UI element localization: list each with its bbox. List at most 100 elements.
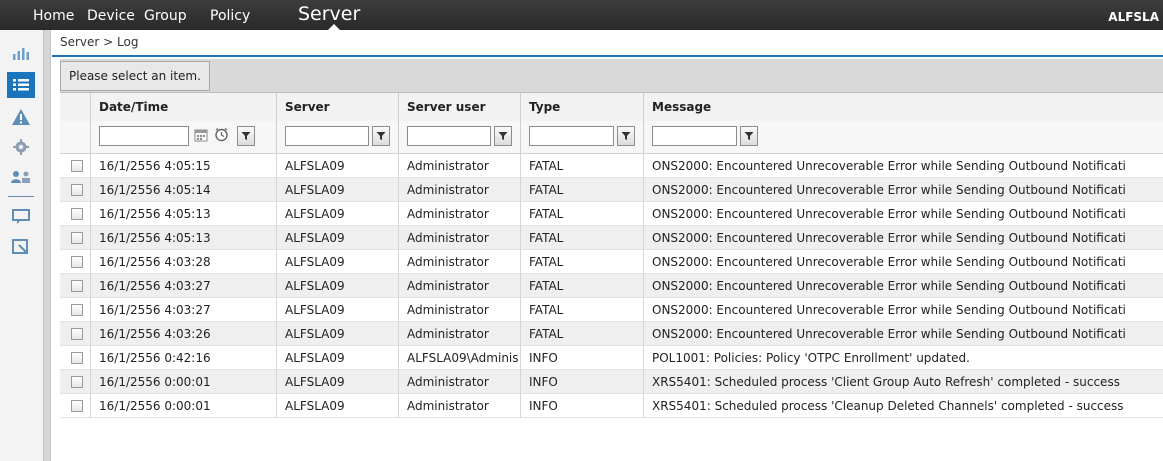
column-header-message[interactable]: Message: [643, 93, 1163, 121]
row-checkbox[interactable]: [71, 328, 83, 340]
nav-device[interactable]: Device: [87, 8, 135, 24]
column-header-server[interactable]: Server: [276, 93, 398, 121]
cell-server-user: Administrator: [398, 250, 520, 274]
row-checkbox[interactable]: [71, 184, 83, 196]
server-user-filter-button[interactable]: [494, 126, 512, 146]
cell-server-user: Administrator: [398, 394, 520, 418]
cell-server-user: Administrator: [398, 202, 520, 226]
filter-cell-message: [643, 121, 1163, 153]
cell-type: FATAL: [520, 154, 643, 178]
left-sidebar: [0, 30, 44, 461]
cell-datetime: 16/1/2556 0:42:16: [90, 346, 276, 370]
user-label[interactable]: ALFSLA: [1108, 10, 1159, 24]
cell-datetime: 16/1/2556 0:00:01: [90, 370, 276, 394]
users-icon[interactable]: [7, 164, 35, 190]
table-row[interactable]: 16/1/2556 0:00:01 ALFSLA09 Administrator IN…: [60, 394, 1163, 418]
cell-server: ALFSLA09: [276, 298, 398, 322]
calendar-icon[interactable]: [194, 128, 208, 142]
cell-server: ALFSLA09: [276, 394, 398, 418]
cell-message: ONS2000: Encountered Unrecoverable Error…: [643, 274, 1163, 298]
table-row[interactable]: 16/1/2556 4:05:14 ALFSLA09 Administrator FA…: [60, 178, 1163, 202]
server-filter-input[interactable]: [285, 126, 369, 146]
cell-server: ALFSLA09: [276, 202, 398, 226]
datetime-filter-input[interactable]: [99, 126, 189, 146]
cell-datetime: 16/1/2556 4:03:27: [90, 298, 276, 322]
table-row[interactable]: 16/1/2556 0:00:01 ALFSLA09 Administrator IN…: [60, 370, 1163, 394]
list-icon[interactable]: [7, 72, 35, 98]
table-row[interactable]: 16/1/2556 4:05:13 ALFSLA09 Administrator FA…: [60, 202, 1163, 226]
cell-datetime: 16/1/2556 4:03:28: [90, 250, 276, 274]
filter-cell-type: [520, 121, 643, 153]
type-filter-button[interactable]: [617, 126, 635, 146]
chat-icon[interactable]: [7, 204, 35, 230]
type-filter-input[interactable]: [529, 126, 614, 146]
row-checkbox[interactable]: [71, 208, 83, 220]
cell-message: POL1001: Policies: Policy 'OTPC Enrollme…: [643, 346, 1163, 370]
cell-datetime: 16/1/2556 4:05:13: [90, 202, 276, 226]
filter-icon: [376, 132, 386, 140]
message-filter-input[interactable]: [652, 126, 737, 146]
warning-icon[interactable]: [7, 104, 35, 130]
cell-datetime: 16/1/2556 4:05:14: [90, 178, 276, 202]
column-header-datetime[interactable]: Date/Time: [90, 93, 276, 121]
select-item-message: Please select an item.: [60, 61, 210, 91]
header-underline: [52, 55, 1163, 57]
cell-datetime: 16/1/2556 0:00:01: [90, 394, 276, 418]
message-filter-button[interactable]: [740, 126, 758, 146]
chart-icon[interactable]: [7, 40, 35, 66]
column-header-server-user[interactable]: Server user: [398, 93, 520, 121]
cell-message: ONS2000: Encountered Unrecoverable Error…: [643, 202, 1163, 226]
row-checkbox[interactable]: [71, 376, 83, 388]
table-row[interactable]: 16/1/2556 4:05:15 ALFSLA09 Administrator FA…: [60, 154, 1163, 178]
cell-server: ALFSLA09: [276, 370, 398, 394]
nav-home[interactable]: Home: [33, 8, 74, 24]
filter-cell-server-user: [398, 121, 520, 153]
table-row[interactable]: 16/1/2556 4:03:27 ALFSLA09 Administrator FA…: [60, 274, 1163, 298]
cell-message: XRS5401: Scheduled process 'Cleanup Dele…: [643, 394, 1163, 418]
table-row[interactable]: 16/1/2556 0:42:16 ALFSLA09 ALFSLA09\Admini…: [60, 346, 1163, 370]
filter-icon: [241, 132, 251, 140]
active-tab-indicator: [328, 24, 340, 30]
row-checkbox[interactable]: [71, 160, 83, 172]
export-icon[interactable]: [7, 234, 35, 260]
nav-server[interactable]: Server: [298, 3, 360, 25]
row-checkbox[interactable]: [71, 232, 83, 244]
row-checkbox[interactable]: [71, 352, 83, 364]
row-checkbox[interactable]: [71, 400, 83, 412]
filter-row: [60, 121, 1163, 154]
table-row[interactable]: 16/1/2556 4:03:27 ALFSLA09 Administrator FA…: [60, 298, 1163, 322]
filter-cell-datetime: [90, 121, 276, 153]
cell-message: ONS2000: Encountered Unrecoverable Error…: [643, 226, 1163, 250]
cell-server-user: ALFSLA09\Adminis: [398, 346, 520, 370]
clock-icon[interactable]: [214, 127, 229, 142]
server-filter-button[interactable]: [372, 126, 390, 146]
row-checkbox[interactable]: [71, 304, 83, 316]
cell-type: FATAL: [520, 322, 643, 346]
cell-server: ALFSLA09: [276, 226, 398, 250]
server-user-filter-input[interactable]: [407, 126, 491, 146]
nav-policy[interactable]: Policy: [210, 8, 250, 24]
row-checkbox[interactable]: [71, 280, 83, 292]
cell-datetime: 16/1/2556 4:05:13: [90, 226, 276, 250]
table-row[interactable]: 16/1/2556 4:03:28 ALFSLA09 Administrator FA…: [60, 250, 1163, 274]
table-row[interactable]: 16/1/2556 4:03:26 ALFSLA09 Administrator FA…: [60, 322, 1163, 346]
column-header-type[interactable]: Type: [520, 93, 643, 121]
cell-message: ONS2000: Encountered Unrecoverable Error…: [643, 298, 1163, 322]
cell-type: INFO: [520, 370, 643, 394]
cell-server: ALFSLA09: [276, 154, 398, 178]
gear-icon[interactable]: [7, 134, 35, 160]
row-checkbox[interactable]: [71, 256, 83, 268]
nav-group[interactable]: Group: [144, 8, 187, 24]
datetime-filter-button[interactable]: [237, 126, 255, 146]
cell-message: ONS2000: Encountered Unrecoverable Error…: [643, 250, 1163, 274]
grid-header-row: Date/Time Server Server user Type Messag…: [60, 93, 1163, 122]
cell-type: FATAL: [520, 298, 643, 322]
cell-type: FATAL: [520, 274, 643, 298]
cell-server: ALFSLA09: [276, 322, 398, 346]
cell-server: ALFSLA09: [276, 178, 398, 202]
panel-splitter[interactable]: [43, 30, 51, 461]
filter-cell-server: [276, 121, 398, 153]
cell-server-user: Administrator: [398, 178, 520, 202]
cell-server-user: Administrator: [398, 226, 520, 250]
table-row[interactable]: 16/1/2556 4:05:13 ALFSLA09 Administrator FA…: [60, 226, 1163, 250]
